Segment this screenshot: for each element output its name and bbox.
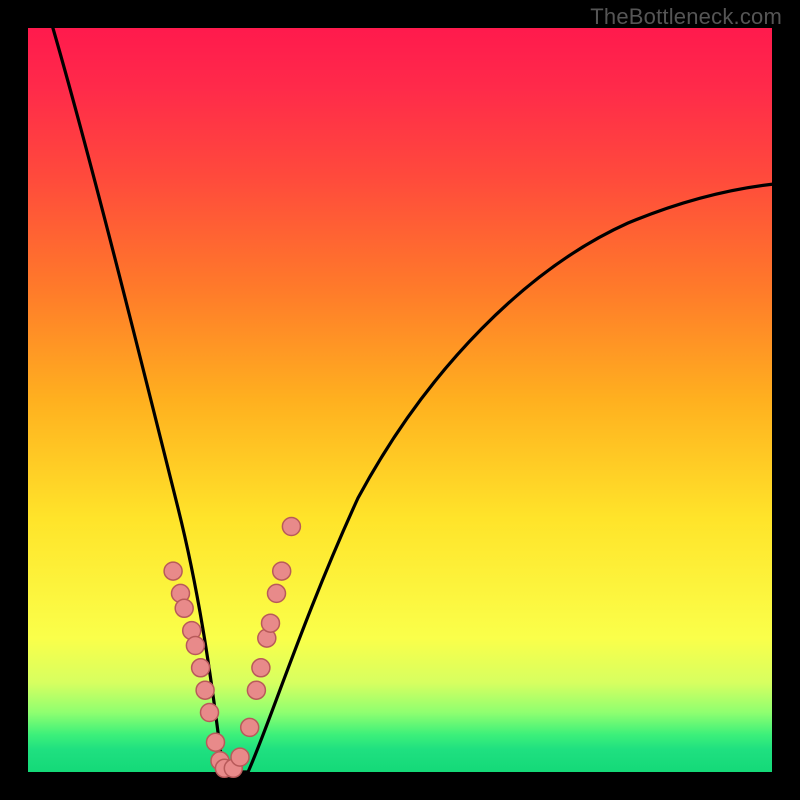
vertex-dots — [164, 518, 300, 778]
vertex-dot — [201, 704, 219, 722]
vertex-dot — [247, 681, 265, 699]
vertex-dot — [241, 718, 259, 736]
vertex-dot — [164, 562, 182, 580]
vertex-dot — [186, 637, 204, 655]
vertex-dot — [196, 681, 214, 699]
vertex-dot — [175, 599, 193, 617]
plot-area — [28, 28, 772, 772]
curve-svg — [28, 28, 772, 772]
vertex-dot — [207, 733, 225, 751]
vertex-dot — [262, 614, 280, 632]
vertex-dot — [192, 659, 210, 677]
vertex-dot — [282, 518, 300, 536]
watermark-text: TheBottleneck.com — [590, 4, 782, 30]
vertex-dot — [231, 748, 249, 766]
vertex-dot — [252, 659, 270, 677]
vertex-dot — [268, 584, 286, 602]
curve-right-branch — [248, 184, 774, 772]
vertex-dot — [273, 562, 291, 580]
chart-frame: TheBottleneck.com — [0, 0, 800, 800]
